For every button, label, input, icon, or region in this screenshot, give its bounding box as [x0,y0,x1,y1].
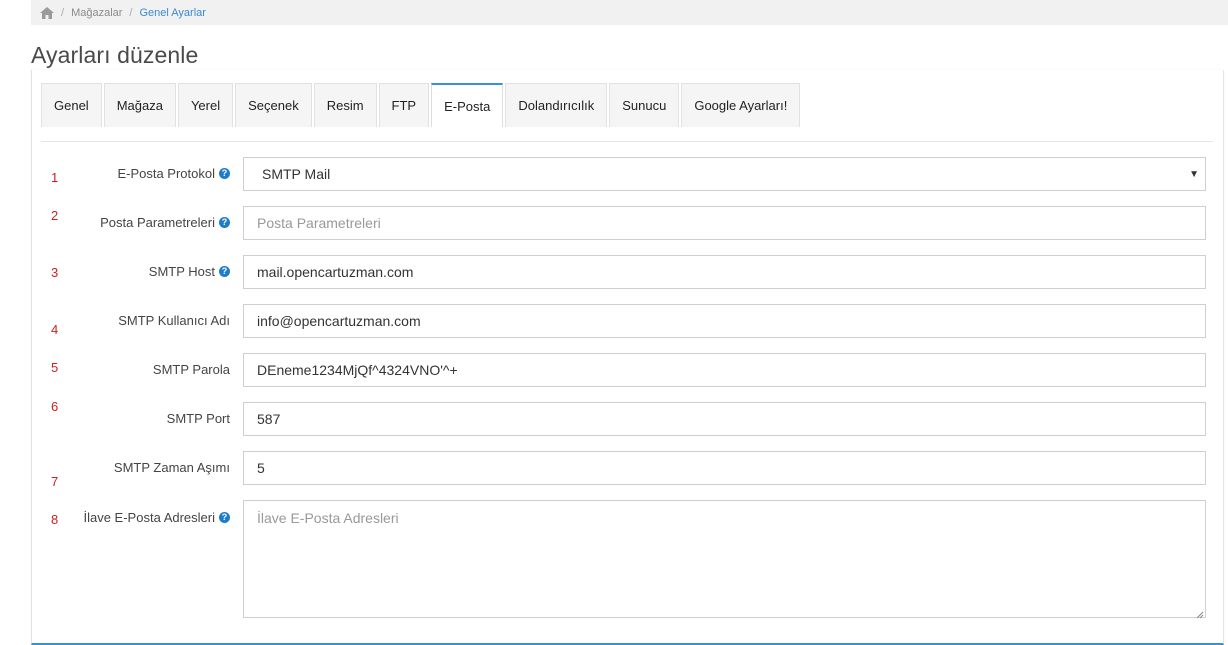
tab-email[interactable]: E-Posta [431,83,504,127]
tab-option[interactable]: Seçenek [235,83,312,127]
breadcrumb-item-stores[interactable]: Mağazalar [71,7,122,19]
smtp-password-label-text: SMTP Parola [152,362,230,377]
protocol-label: E-Posta Protokol ? [117,166,230,181]
tab-fraud[interactable]: Dolandırıcılık [505,83,608,127]
row-number: 3 [51,265,59,280]
smtp-host-input[interactable]: mail.opencartuzman.com [243,255,1206,289]
resize-handle-icon[interactable] [1194,606,1204,619]
tab-image[interactable]: Resim [313,83,377,127]
tab-server[interactable]: Sunucu [609,83,680,127]
tab-general[interactable]: Genel [41,83,102,127]
smtp-port-label-text: SMTP Port [166,411,230,426]
smtp-timeout-label-text: SMTP Zaman Aşımı [113,460,230,475]
smtp-host-label: SMTP Host ? [149,264,230,279]
protocol-label-text: E-Posta Protokol [117,166,215,181]
tab-store[interactable]: Mağaza [103,83,176,127]
email-protocol-value: SMTP Mail [262,166,331,182]
mail-params-label-text: Posta Parametreleri [100,215,215,230]
help-icon[interactable]: ? [219,168,230,179]
smtp-host-label-text: SMTP Host [148,264,215,279]
caret-down-icon: ▼ [1189,168,1199,180]
row-number: 7 [51,474,59,489]
home-icon[interactable] [40,6,54,19]
extra-emails-textarea[interactable]: İlave E-Posta Adresleri [243,500,1206,619]
smtp-timeout-input[interactable]: 5 [243,451,1206,485]
smtp-username-label: SMTP Kullanıcı Adı [118,313,230,328]
tab-ftp[interactable]: FTP [378,83,430,127]
row-number: 4 [51,322,59,337]
help-icon[interactable]: ? [219,217,230,228]
smtp-username-label-text: SMTP Kullanıcı Adı [118,313,230,328]
row-number: 2 [51,208,59,223]
row-number: 1 [51,170,59,185]
help-icon[interactable]: ? [219,512,230,523]
smtp-timeout-label: SMTP Zaman Aşımı [114,460,230,475]
row-number: 8 [51,512,59,527]
tab-google-settings[interactable]: Google Ayarları! [681,83,801,127]
mail-params-input[interactable]: Posta Parametreleri [243,206,1206,240]
smtp-port-label: SMTP Port [167,411,230,426]
smtp-password-input[interactable]: DEneme1234MjQf^4324VNO'^+ [243,353,1206,387]
extra-emails-placeholder: İlave E-Posta Adresleri [257,510,399,526]
row-number: 6 [51,399,59,414]
settings-tabs: Genel Mağaza Yerel Seçenek Resim FTP E-P… [41,83,802,127]
smtp-username-input[interactable]: info@opencartuzman.com [243,304,1206,338]
help-icon[interactable]: ? [219,266,230,277]
row-number: 5 [51,360,59,375]
breadcrumb-item-general-settings[interactable]: Genel Ayarlar [139,7,205,19]
breadcrumb: / Mağazalar / Genel Ayarlar [31,0,1228,25]
smtp-port-input[interactable]: 587 [243,402,1206,436]
page-title: Ayarları düzenle [31,42,199,68]
email-protocol-select[interactable]: SMTP Mail ▼ [243,157,1206,191]
mail-params-label: Posta Parametreleri ? [100,215,230,230]
breadcrumb-separator: / [129,6,133,19]
breadcrumb-separator: / [61,6,65,19]
extra-emails-label-text: İlave E-Posta Adresleri [83,510,215,525]
tabs-divider [41,141,1213,142]
extra-emails-label: İlave E-Posta Adresleri ? [83,510,230,525]
smtp-password-label: SMTP Parola [153,362,230,377]
tab-local[interactable]: Yerel [177,83,234,127]
